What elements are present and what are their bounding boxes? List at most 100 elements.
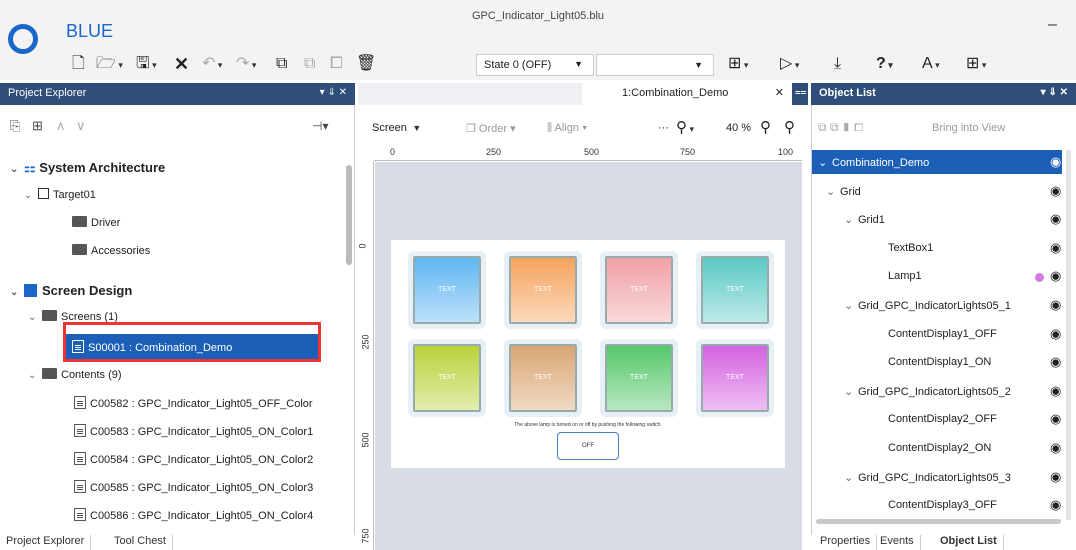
object-list-hscrollbar[interactable] [816,519,1061,524]
lamp-tile[interactable]: TEXT [509,256,577,324]
tab-tool-chest[interactable]: Tool Chest [108,535,173,550]
tree-content-item[interactable]: C00582 : GPC_Indicator_Light05_OFF_Color [74,396,313,410]
object-row-label: ContentDisplay2_ON [888,442,992,454]
tree-driver[interactable]: Driver [72,216,120,229]
close-icon[interactable]: ✕ [775,86,784,99]
font-size-icon[interactable]: A ▾ [922,54,940,75]
trash-icon[interactable]: 🗑 [356,54,376,74]
paste-icon[interactable]: ⧉ [304,54,315,74]
duplicate-icon[interactable]: ⧠ [330,54,343,74]
off-switch-button[interactable]: OFF [557,432,619,460]
visibility-eye-icon[interactable]: ◉ [1050,440,1061,456]
tab-combination-demo[interactable]: 1:Combination_Demo ✕ [582,83,792,105]
open-icon[interactable]: 🗁 ▾ [96,54,123,75]
object-row[interactable]: ⌄ Grid_GPC_IndicatorLights05_3 [844,471,1011,484]
visibility-eye-icon[interactable]: ◉ [1050,326,1061,342]
new-icon[interactable]: 🗋 [72,54,85,74]
lamp-tile[interactable]: TEXT [413,256,481,324]
object-list-scrollbar[interactable] [1066,150,1071,520]
bring-into-view-button[interactable]: Bring into View [932,122,1005,134]
lamp-tile[interactable]: TEXT [509,344,577,412]
order-dropdown[interactable]: ❐ Order ▾ [466,122,516,135]
object-row[interactable]: ⌄ Grid1 [844,213,885,226]
object-row[interactable]: ⌄ Grid [826,185,861,198]
blank-select[interactable]: ▼ [596,54,714,76]
save-icon[interactable]: 🖫 ▾ [136,54,157,75]
visibility-eye-icon[interactable]: ◉ [1050,240,1061,256]
object-row[interactable]: ⌄ Combination_Demo [818,156,929,169]
screen-dropdown[interactable]: Screen ▼ [372,122,421,134]
visibility-eye-icon[interactable]: ◉ [1050,297,1061,313]
tree-content-item[interactable]: C00584 : GPC_Indicator_Light05_ON_Color2 [74,452,313,466]
lamp-tile[interactable]: TEXT [701,256,769,324]
chevron-down-icon[interactable]: ⌄ [844,471,858,484]
tree-system-architecture[interactable]: ⌄ ⚏ System Architecture [10,160,165,176]
more-icon[interactable]: ··· [658,122,669,134]
redo-icon[interactable]: ↷ ▾ [236,54,256,75]
panel-controls[interactable]: ▾ ⇓ ✕ [320,87,347,98]
state-select[interactable]: State 0 (OFF) ▼ [476,54,594,76]
object-row[interactable]: ContentDisplay1_OFF [888,328,997,340]
chevron-down-icon[interactable]: ⌄ [844,299,858,312]
tree-screen-design[interactable]: ⌄ Screen Design [10,283,132,298]
chevron-down-icon[interactable]: ⌄ [844,385,858,398]
tree-target[interactable]: ⌄ Target01 [24,188,96,201]
chevron-down-icon[interactable]: ⌄ [826,185,840,198]
object-row[interactable]: ContentDisplay2_ON [888,442,991,454]
visibility-eye-icon[interactable]: ◉ [1050,154,1061,170]
tree-accessories[interactable]: Accessories [72,244,150,257]
table-icon[interactable]: ⊞ ▾ [966,54,986,75]
object-toolbar-icons[interactable]: ⧉ ⧉ ▮ ⧠ [818,120,863,135]
zoom-fit-icon[interactable]: ⚲ [784,118,795,136]
download-icon[interactable]: ⤓ [834,54,841,74]
ruler-tick-label: 250 [360,334,371,350]
tree-content-item[interactable]: C00583 : GPC_Indicator_Light05_ON_Color1 [74,424,313,438]
object-row[interactable]: Lamp1 [888,270,922,282]
panel-controls[interactable]: ▾ ⇓ ✕ [1041,87,1068,98]
object-row[interactable]: ContentDisplay1_ON [888,356,991,368]
visibility-eye-icon[interactable]: ◉ [1050,383,1061,399]
help-icon[interactable]: ? ▾ [876,54,893,75]
chevron-down-icon[interactable]: ⌄ [844,213,858,226]
tab-events[interactable]: Events [874,535,921,550]
pin-icon[interactable]: ⊣▾ [312,116,328,136]
undo-icon[interactable]: ↶ ▾ [202,54,222,75]
tab-project-explorer[interactable]: Project Explorer [0,535,92,550]
align-dropdown[interactable]: ⫼ Align ▾ [547,122,587,135]
visibility-eye-icon[interactable]: ◉ [1050,211,1061,227]
visibility-eye-icon[interactable]: ◉ [1050,411,1061,427]
explorer-toolbar-icon-1[interactable]: ⎘ [10,116,20,136]
tab-object-list[interactable]: Object List [934,535,1004,550]
visibility-eye-icon[interactable]: ◉ [1050,354,1061,370]
add-folder-icon[interactable]: ⊞ [32,116,43,136]
lamp-tile[interactable]: TEXT [605,344,673,412]
tree-content-item[interactable]: C00585 : GPC_Indicator_Light05_ON_Color3 [74,480,313,494]
visibility-eye-icon[interactable]: ◉ [1050,268,1061,284]
tree-contents[interactable]: ⌄ Contents (9) [28,368,122,381]
explorer-scrollbar[interactable] [346,165,352,265]
visibility-eye-icon[interactable]: ◉ [1050,469,1061,485]
tab-properties[interactable]: Properties [814,535,878,550]
copy-icon[interactable]: ⧉ [276,54,287,74]
minimize-button[interactable]: – [1048,16,1057,34]
object-row[interactable]: ContentDisplay3_OFF [888,499,997,511]
visibility-eye-icon[interactable]: ◉ [1050,497,1061,513]
move-up-icon[interactable]: ∧ [56,116,66,136]
lamp-tile[interactable]: TEXT [605,256,673,324]
tree-content-item[interactable]: C00586 : GPC_Indicator_Light05_ON_Color4 [74,508,313,522]
zoom-out-icon[interactable]: ⚲ ▾ [676,118,694,136]
lamp-tile[interactable]: TEXT [413,344,481,412]
delete-icon[interactable]: ✕ [174,54,189,74]
visibility-eye-icon[interactable]: ◉ [1050,183,1061,199]
layout-icon[interactable]: ⊞ ▾ [728,54,748,75]
object-row[interactable]: ContentDisplay2_OFF [888,413,997,425]
run-icon[interactable]: ▷ ▾ [780,54,799,75]
object-row[interactable]: ⌄ Grid_GPC_IndicatorLights05_2 [844,385,1011,398]
object-row[interactable]: ⌄ Grid_GPC_IndicatorLights05_1 [844,299,1011,312]
chevron-down-icon[interactable]: ⌄ [818,156,832,169]
zoom-in-icon[interactable]: ⚲ [760,118,771,136]
object-row[interactable]: TextBox1 [888,242,933,254]
lamp-tile[interactable]: TEXT [701,344,769,412]
move-down-icon[interactable]: ∨ [76,116,86,136]
tab-menu-icon[interactable]: ⩵ [792,83,808,105]
